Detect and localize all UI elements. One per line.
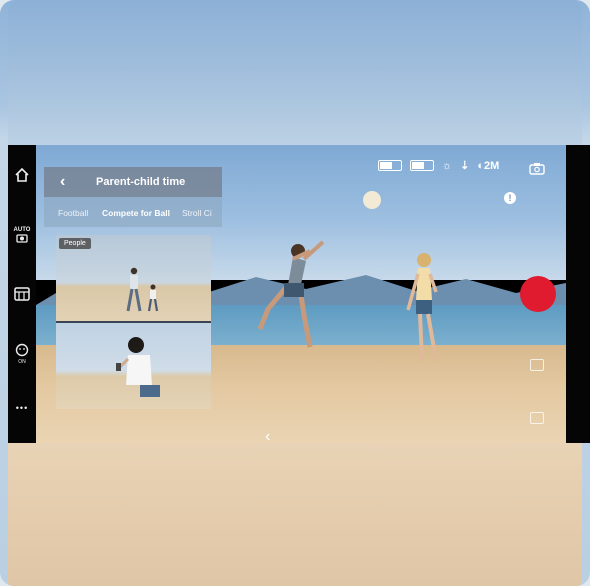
tab-compete-for-ball[interactable]: Compete for Ball: [102, 208, 170, 218]
app-frame: AUTO ON ••• ‹ ☼ ⇣ ◐2M ! ‹ Parent-child t…: [0, 0, 590, 586]
on-label: ON: [18, 359, 26, 365]
record-button[interactable]: [520, 276, 556, 312]
boy-figure: [257, 240, 325, 348]
back-button[interactable]: ‹: [60, 173, 65, 191]
tab-football[interactable]: Football: [58, 208, 88, 218]
battery-icon: [378, 160, 402, 171]
panel-title: Parent-child time: [96, 176, 186, 188]
background-sky: [8, 0, 582, 145]
more-icon[interactable]: •••: [8, 403, 36, 413]
thumbnail-1-figures: [126, 267, 159, 312]
tab-stroll[interactable]: Stroll Ci: [182, 208, 212, 218]
thumbnail-2[interactable]: [56, 323, 211, 409]
auto-camera-icon[interactable]: AUTO: [8, 227, 36, 245]
grid-icon[interactable]: [8, 287, 36, 304]
zoom-indicator[interactable]: ◐2M: [477, 160, 499, 172]
background-sand: [8, 443, 582, 586]
home-icon[interactable]: [8, 167, 36, 186]
panel-header: ‹ Parent-child time: [44, 167, 222, 197]
right-bar: [566, 145, 590, 443]
template-panel: ‹ Parent-child time Football Compete for…: [44, 167, 222, 409]
template-thumbnails[interactable]: People: [56, 235, 211, 409]
face-track-icon[interactable]: ON: [8, 343, 36, 365]
status-icons: ☼ ⇣ ◐2M: [378, 159, 499, 172]
panel-tabs: Football Compete for Ball Stroll Ci: [44, 197, 222, 227]
side-icon-1[interactable]: [530, 359, 544, 371]
ball: [363, 191, 381, 209]
side-icon-2[interactable]: [530, 412, 544, 424]
thumbnail-2-figure: [116, 337, 160, 397]
flash-icon[interactable]: ☼: [442, 160, 452, 172]
thumbnail-1[interactable]: People: [56, 235, 211, 321]
wifi-icon: ⇣: [460, 160, 470, 172]
girl-figure: [406, 253, 438, 361]
battery-icon: [410, 160, 434, 171]
zoom-value: 2M: [483, 159, 500, 172]
camera-switch-icon[interactable]: [529, 162, 545, 180]
info-icon[interactable]: !: [504, 192, 516, 204]
left-toolbar: AUTO ON •••: [8, 145, 36, 443]
chevron-left-icon[interactable]: ‹: [265, 428, 270, 443]
